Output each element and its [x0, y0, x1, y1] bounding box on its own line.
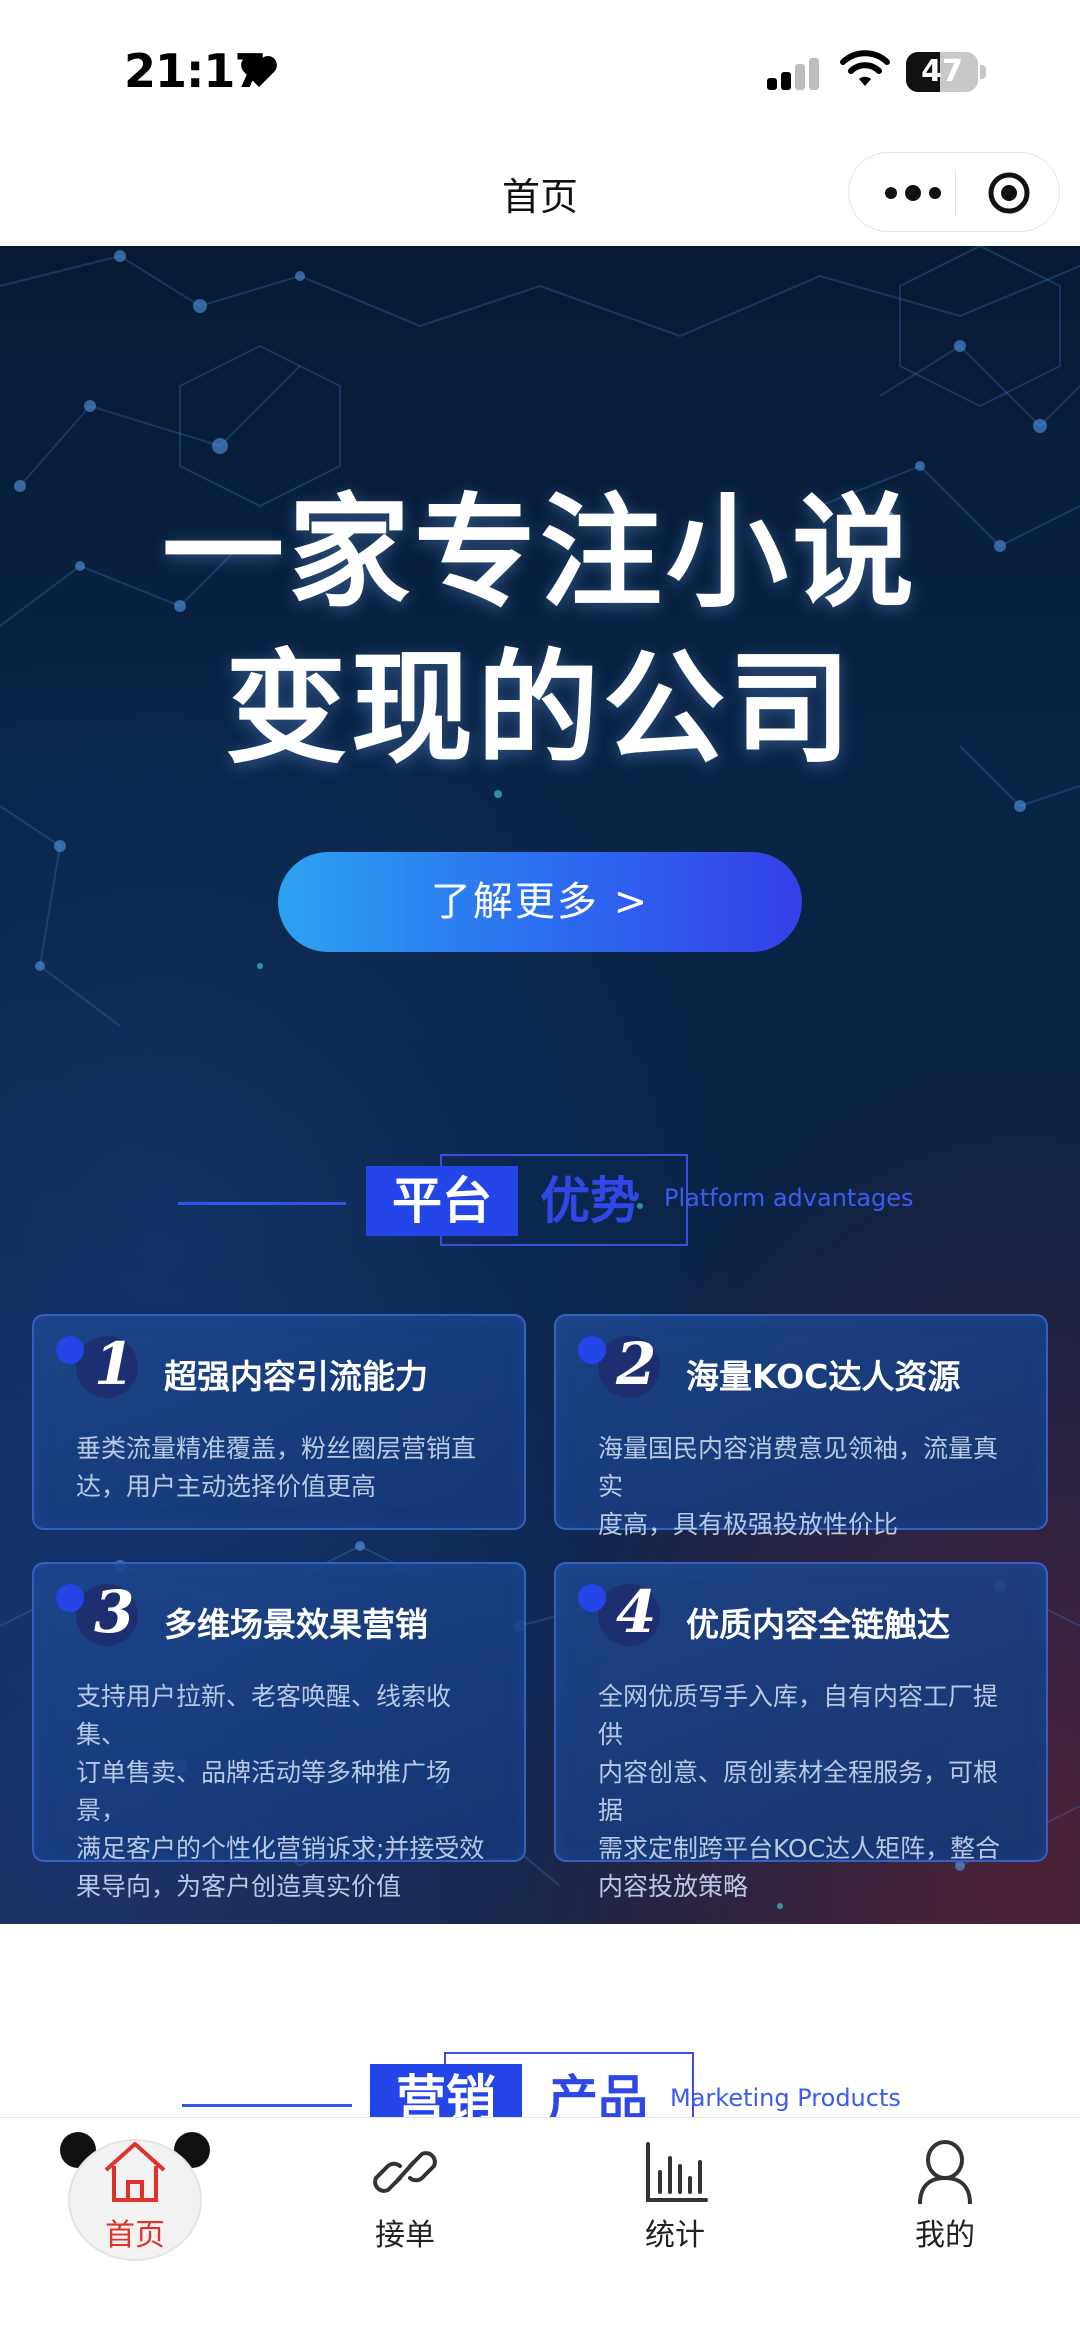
card-title: 海量KOC达人资源	[686, 1357, 961, 1396]
wifi-icon	[840, 50, 890, 86]
mini-program-capsule	[848, 152, 1060, 232]
close-mini-program-icon[interactable]	[987, 171, 1031, 215]
tab-label: 接单	[375, 2218, 435, 2253]
link-icon	[373, 2151, 437, 2193]
heart-icon	[241, 56, 277, 87]
card-number: 2	[616, 1330, 657, 1398]
section-subtitle: Platform advantages	[664, 1184, 914, 1212]
battery-level: 47	[921, 54, 963, 89]
tab-home[interactable]: 首页	[0, 2118, 270, 2268]
nav-bar: 首页	[0, 140, 1080, 246]
card-title: 多维场景效果营销	[164, 1605, 428, 1644]
tab-orders[interactable]: 接单	[270, 2118, 540, 2268]
card-number: 3	[94, 1578, 135, 1646]
status-bar: 21:17 47	[0, 0, 1080, 140]
section2-subtitle: Marketing Products	[670, 2084, 901, 2112]
card-description: 垂类流量精准覆盖，粉丝圈层营销直 达，用户主动选择价值更高	[76, 1434, 477, 1501]
tab-label: 统计	[645, 2218, 705, 2253]
tab-statistics[interactable]: 统计	[540, 2118, 810, 2268]
battery-icon: 47	[906, 52, 986, 92]
chart-icon	[646, 2142, 708, 2202]
card-title: 超强内容引流能力	[164, 1357, 428, 1396]
section-title-part2: 优势	[540, 1172, 640, 1230]
cellular-signal-icon	[767, 58, 819, 90]
card-description: 支持用户拉新、老客唤醒、线索收集、 订单售卖、品牌活动等多种推广场景， 满足客户的…	[76, 1682, 485, 1901]
card-number: 1	[94, 1330, 135, 1398]
advantage-card: 2 海量KOC达人资源 海量国民内容消费意见领袖，流量真实 度高，具有极强投放性价…	[554, 1314, 1048, 1539]
home-icon	[104, 2142, 166, 2202]
advantage-card: 1 超强内容引流能力 垂类流量精准覆盖，粉丝圈层营销直 达，用户主动选择价值更高	[32, 1314, 526, 1530]
learn-more-button[interactable]: 了解更多 >	[278, 852, 802, 952]
advantage-card: 4 优质内容全链触达 全网优质写手入库，自有内容工厂提供 内容创意、原创素材全程服…	[554, 1562, 1048, 1901]
card-description: 全网优质写手入库，自有内容工厂提供 内容创意、原创素材全程服务，可根据 需求定制跨…	[598, 1682, 1001, 1901]
advantage-card: 3 多维场景效果营销 支持用户拉新、老客唤醒、线索收集、 订单售卖、品牌活动等多种…	[32, 1562, 526, 1901]
bottom-tab-bar: 首页 接单 统计 我的	[0, 2117, 1080, 2342]
more-icon[interactable]	[877, 175, 949, 211]
card-title: 优质内容全链触达	[686, 1605, 950, 1644]
card-number: 4	[616, 1578, 657, 1646]
hero-headline-line2: 变现的公司	[225, 638, 855, 780]
tab-label: 首页	[105, 2218, 165, 2253]
hero-banner: 一家专注小说 变现的公司 了解更多 > 平台 优势 Platform advan…	[0, 246, 1080, 1924]
person-icon	[918, 2140, 972, 2205]
card-description: 海量国民内容消费意见领袖，流量真实 度高，具有极强投放性价比	[598, 1434, 999, 1539]
section-title-part1: 平台	[366, 1166, 518, 1236]
tab-profile[interactable]: 我的	[810, 2118, 1080, 2268]
hero-headline-line1: 一家专注小说	[162, 482, 918, 624]
tab-label: 我的	[915, 2218, 975, 2253]
